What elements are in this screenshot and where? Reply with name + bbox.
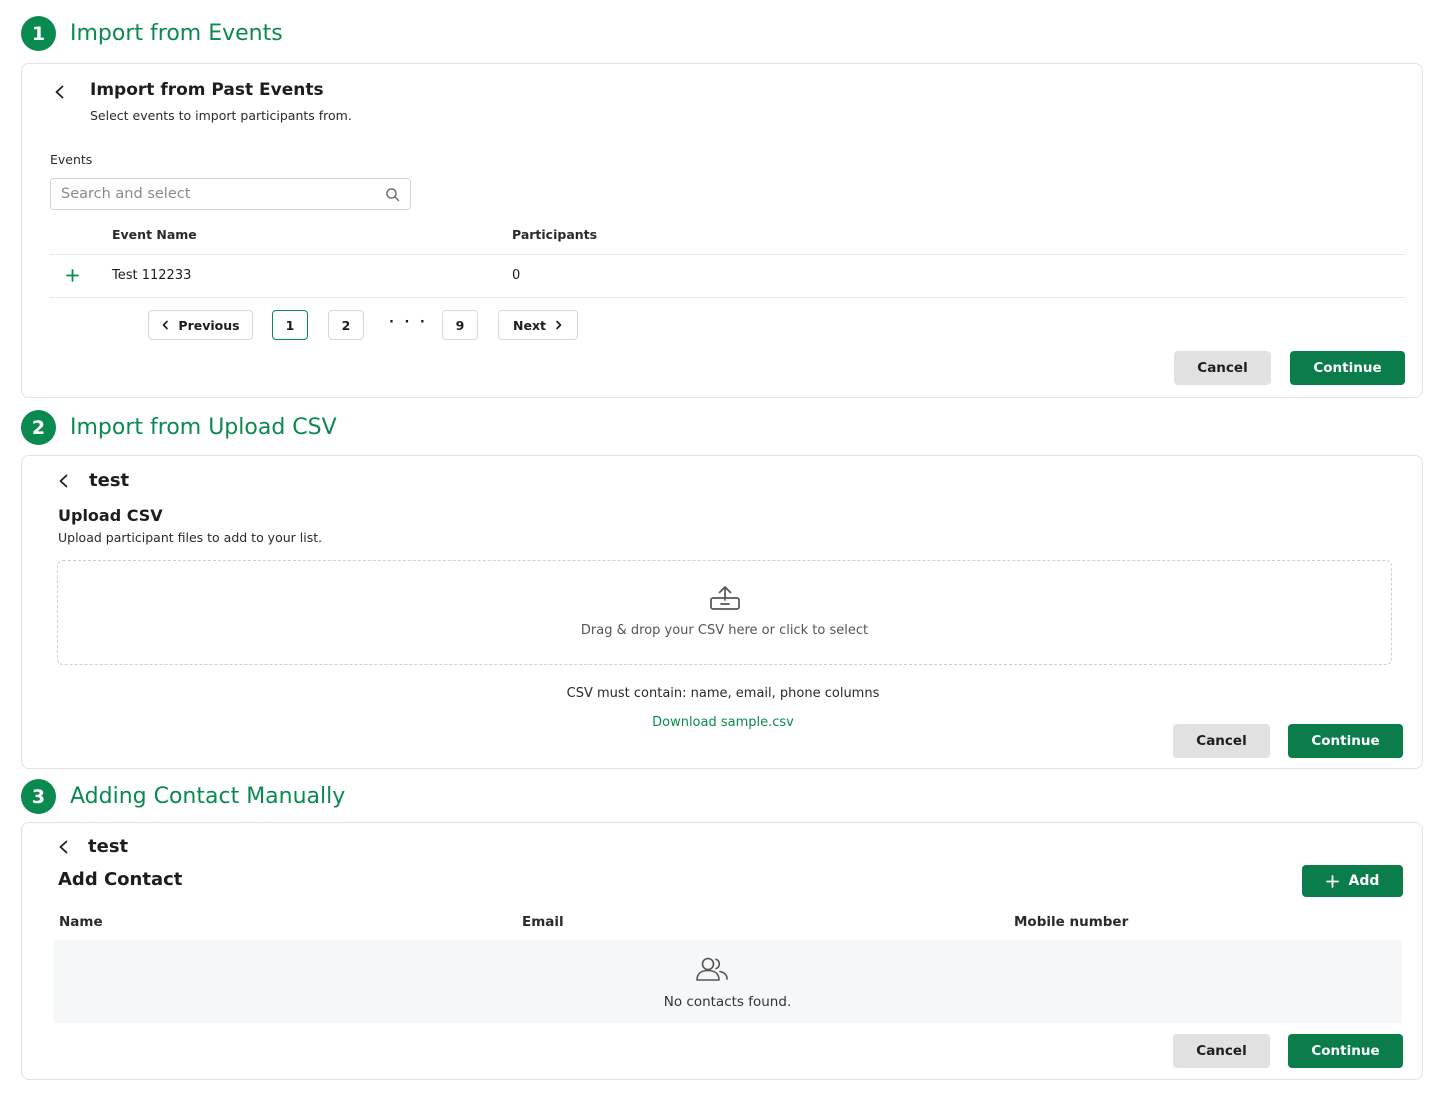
pagination-next-label: Next <box>513 317 546 333</box>
pagination-previous[interactable]: Previous <box>148 310 253 340</box>
csv-dropzone[interactable]: Drag & drop your CSV here or click to se… <box>57 560 1392 665</box>
add-contact-button[interactable]: Add <box>1302 865 1403 897</box>
import-events-card: Import from Past Events Select events to… <box>21 63 1423 398</box>
back-arrow-icon[interactable] <box>57 840 71 854</box>
list-name: test <box>88 836 129 857</box>
back-arrow-icon[interactable] <box>53 85 67 99</box>
step1-title: Import from Events <box>70 21 283 46</box>
empty-state: No contacts found. <box>53 940 1402 1023</box>
back-arrow-icon[interactable] <box>57 474 71 488</box>
upload-subtitle: Upload participant files to add to your … <box>58 530 323 545</box>
chevron-left-icon <box>163 320 169 330</box>
add-contact-card: test Add Contact Add Name Email Mobile n… <box>21 822 1423 1080</box>
add-plus-icon[interactable] <box>66 269 79 282</box>
upload-icon <box>710 586 740 610</box>
page-subtitle: Select events to import participants fro… <box>90 108 352 123</box>
empty-state-text: No contacts found. <box>663 994 792 1010</box>
event-name-cell: Test 112233 <box>112 268 192 283</box>
events-field-label: Events <box>50 152 93 167</box>
step3-header: 3 Adding Contact Manually <box>21 779 345 814</box>
csv-requirement: CSV must contain: name, email, phone col… <box>566 686 880 701</box>
column-header-mobile: Mobile number <box>1014 914 1129 930</box>
step3-number: 3 <box>21 779 56 814</box>
page-title: Import from Past Events <box>90 80 324 100</box>
add-button-label: Add <box>1348 873 1380 889</box>
divider <box>50 254 1405 255</box>
upload-heading: Upload CSV <box>58 506 163 525</box>
events-search[interactable] <box>50 178 411 210</box>
cancel-button[interactable]: Cancel <box>1173 724 1270 758</box>
column-header-participants: Participants <box>512 227 598 242</box>
plus-icon <box>1325 874 1339 888</box>
pagination-page-2[interactable]: 2 <box>328 310 364 340</box>
chevron-right-icon <box>556 320 562 330</box>
step2-header: 2 Import from Upload CSV <box>21 410 337 445</box>
search-icon <box>386 187 400 201</box>
column-header-event-name: Event Name <box>112 227 197 242</box>
users-icon <box>696 957 728 981</box>
step1-number: 1 <box>21 16 56 51</box>
continue-button[interactable]: Continue <box>1288 1034 1403 1068</box>
step1-header: 1 Import from Events <box>21 16 283 51</box>
column-header-name: Name <box>59 914 103 930</box>
cancel-button[interactable]: Cancel <box>1173 1034 1270 1068</box>
participants-cell: 0 <box>512 268 521 283</box>
step2-title: Import from Upload CSV <box>70 415 337 440</box>
continue-button[interactable]: Continue <box>1290 351 1405 385</box>
continue-button[interactable]: Continue <box>1288 724 1403 758</box>
pagination-ellipsis: · · · <box>389 315 428 330</box>
events-search-input[interactable] <box>61 186 361 202</box>
pagination-previous-label: Previous <box>178 317 240 333</box>
list-name: test <box>89 470 130 491</box>
cancel-button[interactable]: Cancel <box>1174 351 1271 385</box>
pagination-next[interactable]: Next <box>498 310 578 340</box>
add-contact-heading: Add Contact <box>58 869 183 890</box>
download-sample-link[interactable]: Download sample.csv <box>652 715 794 730</box>
pagination-page-1[interactable]: 1 <box>272 310 308 340</box>
step3-title: Adding Contact Manually <box>70 784 346 809</box>
step2-number: 2 <box>21 410 56 445</box>
column-header-email: Email <box>522 914 564 930</box>
dropzone-text: Drag & drop your CSV here or click to se… <box>580 623 869 638</box>
pagination-page-9[interactable]: 9 <box>442 310 478 340</box>
upload-csv-card: test Upload CSV Upload participant files… <box>21 455 1423 769</box>
divider <box>50 297 1405 298</box>
